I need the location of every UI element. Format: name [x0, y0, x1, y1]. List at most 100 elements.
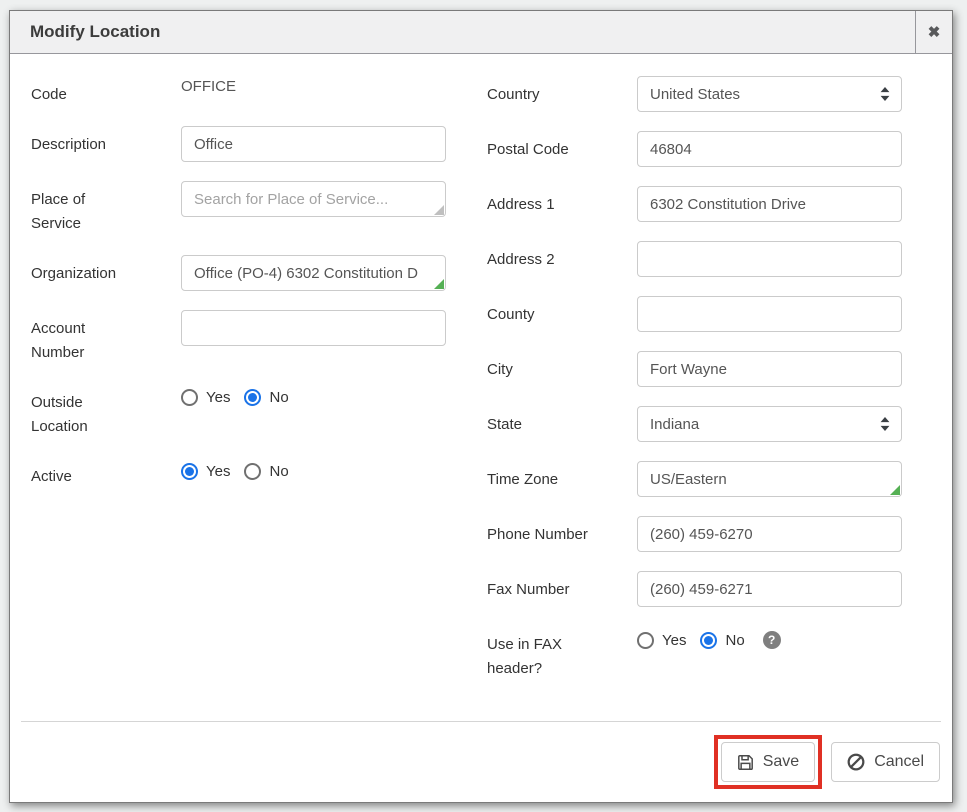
- country-select[interactable]: United States: [637, 76, 902, 112]
- account-number-row: Account Number: [31, 310, 446, 365]
- outside-location-yes-radio[interactable]: Yes: [181, 389, 230, 406]
- address2-input[interactable]: [637, 241, 902, 277]
- place-of-service-input[interactable]: Search for Place of Service...: [181, 181, 446, 217]
- address1-input-value: 6302 Constitution Drive: [650, 196, 806, 213]
- typeahead-grip-icon: [890, 485, 900, 495]
- city-label: City: [487, 351, 637, 387]
- radio-label: Yes: [662, 632, 686, 649]
- organization-label: Organization: [31, 255, 181, 291]
- use-in-fax-header-radio-group: Yes No ?: [637, 626, 902, 649]
- time-zone-row: Time Zone US/Eastern: [487, 461, 902, 497]
- floppy-disk-icon: [737, 754, 754, 771]
- state-select[interactable]: Indiana: [637, 406, 902, 442]
- radio-label: No: [725, 632, 744, 649]
- dialog-footer: Save Cancel: [21, 721, 941, 802]
- country-label: Country: [487, 76, 637, 112]
- radio-icon: [637, 632, 654, 649]
- cancel-button[interactable]: Cancel: [831, 742, 940, 782]
- resize-grip-icon[interactable]: [434, 205, 444, 215]
- radio-icon: [181, 389, 198, 406]
- active-no-radio[interactable]: No: [244, 463, 288, 480]
- phone-number-label: Phone Number: [487, 516, 637, 552]
- outside-location-row: Outside Location Yes No: [31, 384, 446, 439]
- county-row: County: [487, 296, 902, 332]
- phone-number-row: Phone Number (260) 459-6270: [487, 516, 902, 552]
- close-button[interactable]: ✖: [915, 11, 952, 53]
- use-in-fax-header-label: Use in FAX header?: [487, 626, 637, 681]
- close-icon: ✖: [928, 23, 941, 41]
- phone-number-input[interactable]: (260) 459-6270: [637, 516, 902, 552]
- state-row: State Indiana: [487, 406, 902, 442]
- county-input[interactable]: [637, 296, 902, 332]
- place-of-service-placeholder: Search for Place of Service...: [194, 191, 388, 208]
- outside-location-label: Outside Location: [31, 384, 181, 439]
- active-radio-group: Yes No: [181, 458, 446, 480]
- county-label: County: [487, 296, 637, 332]
- time-zone-input[interactable]: US/Eastern: [637, 461, 902, 497]
- postal-code-row: Postal Code 46804: [487, 131, 902, 167]
- country-row: Country United States: [487, 76, 902, 112]
- save-button[interactable]: Save: [721, 742, 815, 782]
- active-label: Active: [31, 458, 181, 489]
- fax-number-row: Fax Number (260) 459-6271: [487, 571, 902, 607]
- phone-number-input-value: (260) 459-6270: [650, 526, 753, 543]
- use-in-fax-header-no-radio[interactable]: No: [700, 632, 744, 649]
- save-annotation-highlight: Save: [714, 735, 822, 789]
- modify-location-dialog: Modify Location ✖ Code OFFICE Descriptio…: [9, 10, 953, 803]
- fax-number-input-value: (260) 459-6271: [650, 581, 753, 598]
- use-in-fax-header-row: Use in FAX header? Yes No ?: [487, 626, 902, 681]
- time-zone-label: Time Zone: [487, 461, 637, 497]
- code-label: Code: [31, 76, 181, 107]
- account-number-input[interactable]: [181, 310, 446, 346]
- unfold-caret-icon: [880, 417, 890, 432]
- use-in-fax-header-yes-radio[interactable]: Yes: [637, 632, 686, 649]
- right-column: Country United States Postal Code 468: [487, 76, 902, 700]
- place-of-service-label: Place of Service: [31, 181, 181, 236]
- outside-location-no-radio[interactable]: No: [244, 389, 288, 406]
- address2-label: Address 2: [487, 241, 637, 277]
- fax-number-input[interactable]: (260) 459-6271: [637, 571, 902, 607]
- city-input-value: Fort Wayne: [650, 361, 727, 378]
- address2-row: Address 2: [487, 241, 902, 277]
- dialog-header: Modify Location ✖: [10, 11, 952, 54]
- state-select-value: Indiana: [650, 416, 699, 433]
- country-select-value: United States: [650, 86, 740, 103]
- time-zone-input-value: US/Eastern: [650, 471, 727, 488]
- radio-icon: [700, 632, 717, 649]
- radio-label: Yes: [206, 389, 230, 406]
- city-row: City Fort Wayne: [487, 351, 902, 387]
- radio-icon: [244, 463, 261, 480]
- state-label: State: [487, 406, 637, 442]
- organization-input-value: Office (PO-4) 6302 Constitution D: [194, 265, 418, 282]
- postal-code-input[interactable]: 46804: [637, 131, 902, 167]
- active-row: Active Yes No: [31, 458, 446, 489]
- description-label: Description: [31, 126, 181, 162]
- organization-input[interactable]: Office (PO-4) 6302 Constitution D: [181, 255, 446, 291]
- save-button-label: Save: [763, 753, 799, 771]
- code-row: Code OFFICE: [31, 76, 446, 107]
- organization-row: Organization Office (PO-4) 6302 Constitu…: [31, 255, 446, 291]
- dialog-body: Code OFFICE Description Office Place of …: [10, 54, 952, 700]
- address1-label: Address 1: [487, 186, 637, 222]
- left-column: Code OFFICE Description Office Place of …: [31, 76, 446, 700]
- address1-row: Address 1 6302 Constitution Drive: [487, 186, 902, 222]
- account-number-label: Account Number: [31, 310, 181, 365]
- description-input[interactable]: Office: [181, 126, 446, 162]
- radio-label: No: [269, 389, 288, 406]
- cancel-button-label: Cancel: [874, 753, 924, 771]
- radio-label: Yes: [206, 463, 230, 480]
- description-row: Description Office: [31, 126, 446, 162]
- code-value: OFFICE: [181, 76, 446, 95]
- outside-location-radio-group: Yes No: [181, 384, 446, 406]
- ban-icon: [847, 753, 865, 771]
- description-input-value: Office: [194, 136, 233, 153]
- active-yes-radio[interactable]: Yes: [181, 463, 230, 480]
- radio-label: No: [269, 463, 288, 480]
- radio-icon: [181, 463, 198, 480]
- postal-code-label: Postal Code: [487, 131, 637, 167]
- address1-input[interactable]: 6302 Constitution Drive: [637, 186, 902, 222]
- postal-code-input-value: 46804: [650, 141, 692, 158]
- city-input[interactable]: Fort Wayne: [637, 351, 902, 387]
- help-icon[interactable]: ?: [763, 631, 781, 649]
- place-of-service-row: Place of Service Search for Place of Ser…: [31, 181, 446, 236]
